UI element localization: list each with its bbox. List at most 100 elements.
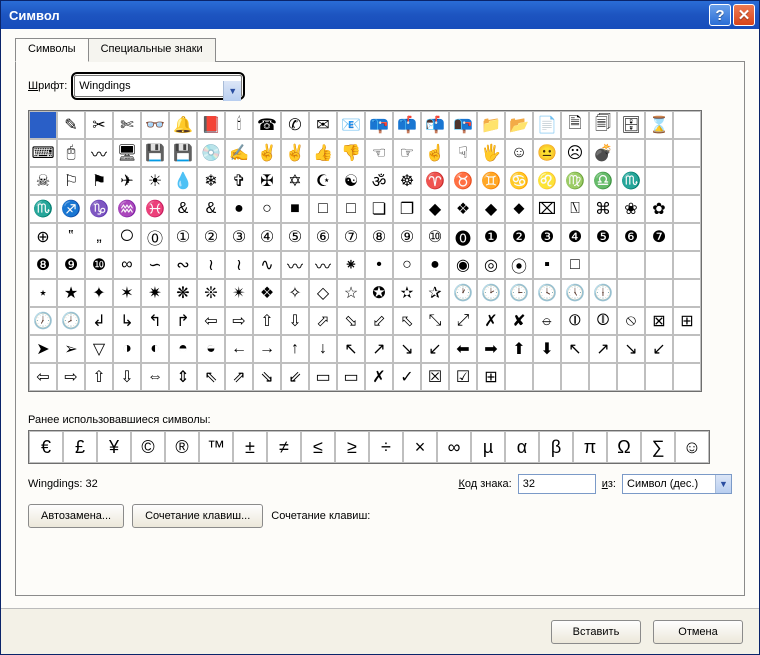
symbol-cell[interactable]: 💾 [141, 139, 169, 167]
symbol-cell[interactable]: ❹ [561, 223, 589, 251]
symbol-cell[interactable]: ✪ [365, 279, 393, 307]
symbol-cell[interactable]: ✡ [281, 167, 309, 195]
symbol-cell[interactable]: ⌨ [29, 139, 57, 167]
symbol-cell[interactable]: ♍ [561, 167, 589, 195]
recent-cell[interactable]: ≥ [335, 431, 369, 463]
recent-cell[interactable]: × [403, 431, 437, 463]
symbol-cell[interactable]: ☎ [253, 111, 281, 139]
symbol-cell[interactable]: ⇩ [281, 307, 309, 335]
symbol-cell[interactable]: ♏ [617, 167, 645, 195]
symbol-cell[interactable]: ♏ [29, 195, 57, 223]
symbol-cell[interactable]: ↖ [337, 335, 365, 363]
symbol-cell[interactable]: ❼ [645, 223, 673, 251]
symbol-cell[interactable]: ⇦ [29, 363, 57, 391]
symbol-cell[interactable]: ⑦ [337, 223, 365, 251]
symbol-cell[interactable]: ☑ [449, 363, 477, 391]
symbol-cell[interactable]: ☒ [421, 363, 449, 391]
symbol-cell[interactable]: ✌ [281, 139, 309, 167]
symbol-cell[interactable]: ⇙ [281, 363, 309, 391]
symbol-cell[interactable]: ➡ [477, 335, 505, 363]
symbol-cell[interactable]: ✗ [365, 363, 393, 391]
cancel-button[interactable]: Отмена [653, 620, 743, 644]
symbol-cell[interactable]: ♑ [85, 195, 113, 223]
symbol-cell[interactable]: ⬂ [337, 307, 365, 335]
symbol-cell[interactable]: ② [197, 223, 225, 251]
insert-button[interactable]: Вставить [551, 620, 641, 644]
autocorrect-button[interactable]: Автозамена... [28, 504, 124, 528]
symbol-cell[interactable]: ○ [393, 251, 421, 279]
symbol-cell[interactable]: 🗐 [589, 111, 617, 139]
symbol-cell[interactable]: • [365, 251, 393, 279]
symbol-cell[interactable]: ✉ [309, 111, 337, 139]
symbol-cell[interactable]: ← [225, 335, 253, 363]
symbol-cell[interactable]: 🕯 [225, 111, 253, 139]
symbol-cell[interactable]: ⓪ [141, 223, 169, 251]
symbol-cell[interactable]: 🕑 [477, 279, 505, 307]
symbol-cell[interactable]: 🕓 [533, 279, 561, 307]
from-combo[interactable]: Символ (дес.) ▼ [622, 474, 732, 494]
symbol-cell[interactable]: 😐 [533, 139, 561, 167]
symbol-cell[interactable]: 📫 [393, 111, 421, 139]
symbol-cell[interactable]: ❖ [253, 279, 281, 307]
shortcut-button[interactable]: Сочетание клавиш... [132, 504, 263, 528]
recent-cell[interactable]: α [505, 431, 539, 463]
symbol-cell[interactable]: 👎 [337, 139, 365, 167]
symbol-cell[interactable]: „ [85, 223, 113, 251]
symbol-cell[interactable]: ✍ [225, 139, 253, 167]
symbol-cell[interactable]: ⑩ [421, 223, 449, 251]
symbol-cell[interactable]: 🕖 [29, 307, 57, 335]
tab-special[interactable]: Специальные знаки [88, 38, 216, 62]
symbol-cell[interactable] [617, 139, 645, 167]
symbol-cell[interactable]: ⬥ [505, 195, 533, 223]
symbol-cell[interactable]: ∿ [253, 251, 281, 279]
symbol-cell[interactable]: ⊞ [477, 363, 505, 391]
symbol-cell[interactable]: ◐ [141, 335, 169, 363]
symbol-cell[interactable]: ⍂ [561, 195, 589, 223]
symbol-cell[interactable]: 📧 [337, 111, 365, 139]
symbol-cell[interactable]: ⬁ [393, 307, 421, 335]
symbol-cell[interactable]: ❊ [197, 279, 225, 307]
symbol-cell[interactable] [533, 363, 561, 391]
symbol-cell[interactable]: 🕐 [449, 279, 477, 307]
recent-cell[interactable]: Ω [607, 431, 641, 463]
symbol-cell[interactable]: ⋆ [29, 279, 57, 307]
symbol-cell[interactable]: ④ [253, 223, 281, 251]
symbol-cell[interactable]: ♒ [113, 195, 141, 223]
symbol-cell[interactable]: ▽ [85, 335, 113, 363]
symbol-cell[interactable]: ∾ [169, 251, 197, 279]
symbol-cell[interactable]: 🗄 [617, 111, 645, 139]
symbol-cell[interactable]: 〰 [281, 251, 309, 279]
symbol-cell[interactable]: ♎ [589, 167, 617, 195]
symbol-cell[interactable]: ✫ [393, 279, 421, 307]
symbol-cell[interactable]: 🖐 [477, 139, 505, 167]
symbol-cell[interactable]: 📭 [449, 111, 477, 139]
symbol-cell[interactable]: ⇨ [225, 307, 253, 335]
recent-cell[interactable]: ≤ [301, 431, 335, 463]
symbol-cell[interactable]: ⁕ [337, 251, 365, 279]
symbol-cell[interactable]: 📪 [365, 111, 393, 139]
symbol-cell[interactable] [589, 363, 617, 391]
symbol-cell[interactable]: ↘ [617, 335, 645, 363]
symbol-cell[interactable]: ⬇ [533, 335, 561, 363]
symbol-cell[interactable]: ◇ [309, 279, 337, 307]
symbol-cell[interactable]: ✆ [281, 111, 309, 139]
symbol-cell[interactable]: ≀ [225, 251, 253, 279]
symbol-cell[interactable]: □ [561, 251, 589, 279]
symbol-cell[interactable]: ◆ [477, 195, 505, 223]
recent-cell[interactable]: ™ [199, 431, 233, 463]
symbol-cell[interactable]: ⇦ [197, 307, 225, 335]
symbol-cell[interactable]: 🖰 [57, 139, 85, 167]
symbol-cell[interactable]: ⬅ [449, 335, 477, 363]
symbol-cell[interactable]: ☪ [309, 167, 337, 195]
recent-cell[interactable]: β [539, 431, 573, 463]
symbol-cell[interactable]: 〰 [309, 251, 337, 279]
symbol-cell[interactable]: ❷ [505, 223, 533, 251]
symbol-cell[interactable]: ⇧ [253, 307, 281, 335]
symbol-cell[interactable]: 🞅 [113, 223, 141, 251]
symbol-cell[interactable]: 🕕 [589, 279, 617, 307]
symbol-cell[interactable]: ✓ [393, 363, 421, 391]
symbol-cell[interactable]: ■ [281, 195, 309, 223]
symbol-cell[interactable]: ॐ [365, 167, 393, 195]
symbol-cell[interactable]: & [197, 195, 225, 223]
symbol-cell[interactable]: ① [169, 223, 197, 251]
